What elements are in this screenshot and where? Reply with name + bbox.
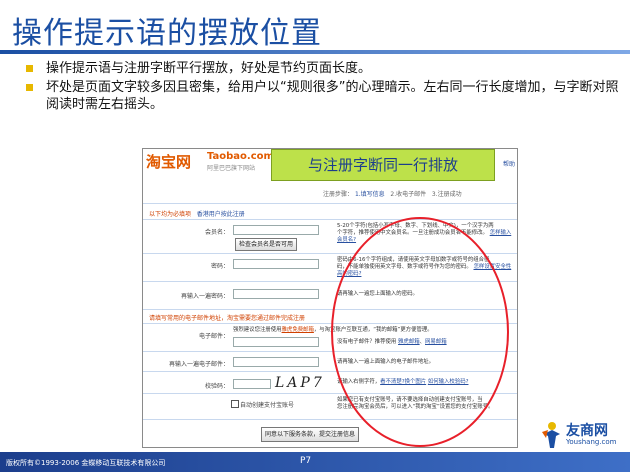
logo-subtitle: 阿里巴巴旗下网站 xyxy=(207,165,256,172)
step-3: 3.注册成功 xyxy=(431,191,462,198)
divider xyxy=(143,203,517,204)
divider xyxy=(143,219,517,220)
email-label: 电子邮件： xyxy=(198,333,229,340)
step-2: 2.收电子邮件 xyxy=(390,191,427,198)
page-number: P7 xyxy=(300,456,312,466)
footer-copyright: 版权所有©1993-2006 金蝶移动互联技术有限公司 xyxy=(6,459,166,467)
username-label: 会员名： xyxy=(204,229,229,236)
confirm-email-label: 再输入一遍电子邮件： xyxy=(168,361,229,368)
check-username-button[interactable]: 检查会员名是否可用 xyxy=(235,238,298,251)
captcha-image: LAP7 xyxy=(275,375,325,391)
bullet-text: 操作提示语与注册字断平行摆放，好处是节约页面长度。 xyxy=(46,61,372,76)
bullet-item: 坏处是页面文字较多因且密集，给用户以“规则很多”的心理暗示。左右同一行长度增加，… xyxy=(24,79,624,113)
captcha-label: 校验码： xyxy=(204,383,229,390)
taobao-logo: 淘宝网 xyxy=(146,153,192,171)
alipay-checkbox[interactable] xyxy=(231,400,239,408)
confirm-password-input[interactable] xyxy=(233,289,319,299)
callout-banner: 与注册字断同一行排放 xyxy=(271,149,495,181)
bullet-square-icon xyxy=(26,84,33,91)
bullet-text: 坏处是页面文字较多因且密集，给用户以“规则很多”的心理暗示。左右同一行长度增加，… xyxy=(46,80,619,112)
brand-name: 友商网 xyxy=(566,423,608,439)
section-required-text: 以下均为必填项 xyxy=(149,211,192,218)
alipay-checkbox-label: 自动创建支付宝账号 xyxy=(240,402,295,409)
password-input[interactable] xyxy=(233,259,319,269)
bullet-list: 操作提示语与注册字断平行摆放，好处是节约页面长度。 坏处是页面文字较多因且密集，… xyxy=(24,60,624,115)
step-1: 1.填写信息 xyxy=(354,191,385,198)
email-input[interactable] xyxy=(233,337,319,347)
hk-register-link[interactable]: 香港用户按此注册 xyxy=(197,211,245,218)
email-tip-prefix: 强烈建议您注册使用 xyxy=(233,327,282,333)
submit-registration-button[interactable]: 同意以下服务条款，提交注册信息 xyxy=(261,427,360,442)
confirm-password-label: 再输入一遍密码： xyxy=(180,293,229,300)
confirm-email-input[interactable] xyxy=(233,357,319,367)
captcha-input[interactable] xyxy=(233,379,271,389)
title-underline xyxy=(0,50,630,54)
section-email-title: 请填写常用的电子邮件地址，淘宝需要您通过邮件完成注册 xyxy=(149,315,306,322)
highlight-ellipse xyxy=(331,217,509,447)
logo-url: Taobao.com xyxy=(207,151,274,162)
steps-prefix: 注册步骤： xyxy=(323,191,354,198)
bullet-square-icon xyxy=(26,65,33,72)
password-label: 密码： xyxy=(210,263,229,270)
registration-screenshot: 淘宝网 Taobao.com 阿里巴巴旗下网站 与注册字断同一行排放 帮助 注册… xyxy=(142,148,518,448)
registration-steps: 注册步骤： 1.填写信息 2.收电子邮件 3.注册成功 xyxy=(323,189,462,198)
yahoo-mail-link[interactable]: 雅虎免费邮箱 xyxy=(282,327,314,333)
brand-url: Youshang.com xyxy=(566,438,617,446)
slide-title: 操作提示语的摆放位置 xyxy=(12,16,322,51)
bullet-item: 操作提示语与注册字断平行摆放，好处是节约页面长度。 xyxy=(24,60,624,77)
username-input[interactable] xyxy=(233,225,319,235)
help-link[interactable]: 帮助 xyxy=(503,159,515,168)
section-required-title: 以下均为必填项 香港用户按此注册 xyxy=(149,209,245,218)
